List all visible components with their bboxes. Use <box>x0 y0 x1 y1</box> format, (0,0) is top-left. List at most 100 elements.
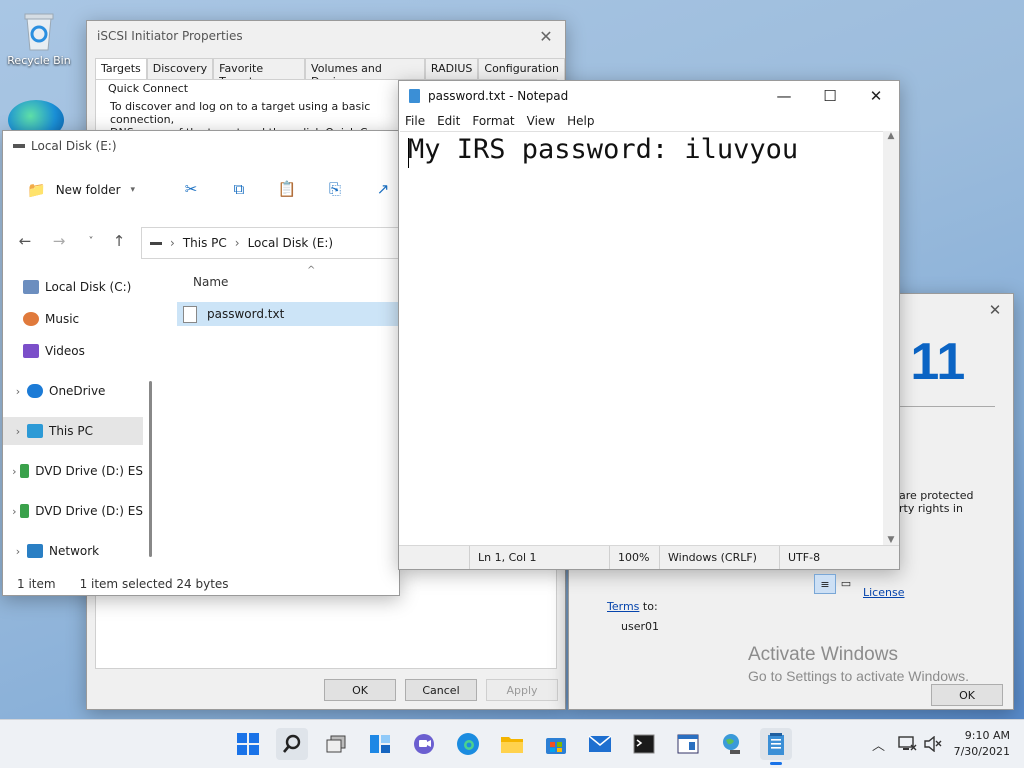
breadcrumb-separator: › <box>170 236 175 250</box>
music-icon <box>23 312 39 326</box>
iscsi-cancel-button[interactable]: Cancel <box>405 679 477 701</box>
mail-icon[interactable] <box>584 728 616 760</box>
nav-label: This PC <box>49 424 93 438</box>
paste-icon[interactable]: 📋 <box>277 179 297 199</box>
iscsi-ok-button[interactable]: OK <box>324 679 396 701</box>
scroll-up-icon[interactable]: ▲ <box>883 131 899 141</box>
status-line-endings: Windows (CRLF) <box>659 546 780 569</box>
about-license-link[interactable]: License <box>863 586 904 599</box>
new-folder-icon: 📁 <box>27 181 46 199</box>
terminal-icon[interactable] <box>628 728 660 760</box>
activate-windows-subtitle: Go to Settings to activate Windows. <box>748 668 969 684</box>
drive-icon <box>13 144 25 148</box>
drive-icon <box>150 241 162 245</box>
nav-item-network[interactable]: › Network <box>3 537 143 565</box>
videos-icon <box>23 344 39 358</box>
iscsi-title: iSCSI Initiator Properties <box>97 29 243 43</box>
app-window-icon[interactable] <box>672 728 704 760</box>
terms-link[interactable]: Terms <box>607 600 639 613</box>
chevron-right-icon[interactable]: › <box>9 505 20 518</box>
status-zoom: 100% <box>609 546 660 569</box>
new-folder-button[interactable]: 📁 New folder ▾ <box>27 181 135 199</box>
breadcrumb-local-disk[interactable]: Local Disk (E:) <box>248 236 334 250</box>
address-bar[interactable]: › This PC › Local Disk (E:) <box>141 227 399 259</box>
network-icon <box>27 544 43 558</box>
chat-icon[interactable] <box>408 728 440 760</box>
chevron-right-icon[interactable]: › <box>9 465 20 478</box>
menu-help[interactable]: Help <box>561 111 600 131</box>
status-encoding: UTF-8 <box>779 546 896 569</box>
file-row[interactable]: password.txt <box>177 302 399 326</box>
nav-item-onedrive[interactable]: › OneDrive <box>3 377 143 405</box>
windows-logo-icon <box>237 733 259 755</box>
about-ok-button[interactable]: OK <box>931 684 1003 706</box>
notepad-title: password.txt - Notepad <box>428 89 569 103</box>
menu-format[interactable]: Format <box>466 111 520 131</box>
network-status-icon[interactable] <box>898 720 918 768</box>
cut-icon[interactable]: ✂ <box>181 179 201 199</box>
start-button[interactable] <box>232 728 264 760</box>
chevron-right-icon[interactable]: › <box>9 385 27 398</box>
clock-time: 9:10 AM <box>964 729 1010 742</box>
quick-connect-label: Quick Connect <box>108 82 189 95</box>
editor-vertical-scrollbar[interactable]: ▲ ▼ <box>883 131 899 545</box>
chevron-down-icon: ▾ <box>130 185 136 195</box>
explorer-command-bar: 📁 New folder ▾ ✂ ⧉ 📋 ⎘ ↗ <box>3 169 399 211</box>
notepad-taskbar-icon[interactable] <box>760 728 792 765</box>
share-icon[interactable]: ↗ <box>373 179 393 199</box>
licensed-user: user01 <box>621 620 659 633</box>
nav-item-dvd-drive[interactable]: › DVD Drive (D:) ES <box>3 497 143 525</box>
system-clock[interactable]: 9:10 AM 7/30/2021 <box>954 728 1010 760</box>
editor-content: My IRS password: iluvyou <box>408 134 799 165</box>
nav-item-dvd-drive[interactable]: › DVD Drive (D:) ES <box>3 457 143 485</box>
copy-icon[interactable]: ⧉ <box>229 179 249 199</box>
nav-item-local-disk-c[interactable]: Local Disk (C:) <box>3 273 163 301</box>
terms-to-label: to: <box>642 600 658 613</box>
drive-icon <box>23 280 39 294</box>
nav-item-music[interactable]: Music <box>3 305 163 333</box>
recycle-bin-label: Recycle Bin <box>7 54 71 67</box>
nav-item-this-pc[interactable]: › This PC <box>3 417 143 445</box>
search-icon[interactable] <box>276 728 308 760</box>
nav-item-videos[interactable]: Videos <box>3 337 163 365</box>
column-header-name[interactable]: Name <box>193 275 228 289</box>
maximize-button[interactable]: ☐ <box>807 81 853 111</box>
text-editor[interactable]: My IRS password: iluvyou <box>400 131 883 545</box>
iscsi-close-button[interactable]: ✕ <box>533 23 559 49</box>
task-view-icon[interactable] <box>320 728 352 760</box>
nav-pane-scrollbar[interactable] <box>149 381 152 557</box>
recycle-bin-desktop-icon[interactable]: Recycle Bin <box>6 8 72 67</box>
forward-icon[interactable]: → <box>49 231 69 251</box>
volume-muted-icon[interactable] <box>924 720 942 768</box>
scroll-down-icon[interactable]: ▼ <box>883 535 899 545</box>
monitor-icon <box>27 424 43 438</box>
details-view-icon[interactable]: ≡ <box>814 574 836 594</box>
about-close-button[interactable]: ✕ <box>983 298 1007 322</box>
breadcrumb-this-pc[interactable]: This PC <box>183 236 227 250</box>
new-folder-label: New folder <box>55 183 121 197</box>
menu-view[interactable]: View <box>521 111 561 131</box>
widgets-icon[interactable] <box>364 728 396 760</box>
chevron-right-icon[interactable]: › <box>9 545 27 558</box>
rename-icon[interactable]: ⎘ <box>325 179 345 199</box>
up-icon[interactable]: ↑ <box>109 231 129 251</box>
microsoft-store-icon[interactable] <box>540 728 572 760</box>
menu-edit[interactable]: Edit <box>431 111 466 131</box>
menu-file[interactable]: File <box>399 111 431 131</box>
explorer-status-bar: 1 item 1 item selected 24 bytes <box>17 577 229 591</box>
iscsi-apply-button[interactable]: Apply <box>486 679 558 701</box>
file-explorer-icon[interactable] <box>496 728 528 760</box>
close-button[interactable]: ✕ <box>853 81 899 111</box>
file-explorer-window: Local Disk (E:) 📁 New folder ▾ ✂ ⧉ 📋 ⎘ ↗… <box>2 130 400 596</box>
minimize-button[interactable]: — <box>761 81 807 111</box>
chevron-right-icon[interactable]: › <box>9 425 27 438</box>
back-icon[interactable]: ← <box>15 231 35 251</box>
show-hidden-icons[interactable]: ︿ <box>872 720 885 768</box>
navigation-pane: Local Disk (C:) Music Videos › OneDrive … <box>3 267 149 563</box>
network-globe-icon[interactable] <box>716 728 748 760</box>
status-cursor-position: Ln 1, Col 1 <box>469 546 604 569</box>
large-icons-view-icon[interactable]: ▭ <box>838 575 854 591</box>
clock-date: 7/30/2021 <box>953 745 1010 758</box>
recent-locations-icon[interactable]: ˅ <box>81 231 101 251</box>
edge-icon[interactable] <box>452 728 484 760</box>
